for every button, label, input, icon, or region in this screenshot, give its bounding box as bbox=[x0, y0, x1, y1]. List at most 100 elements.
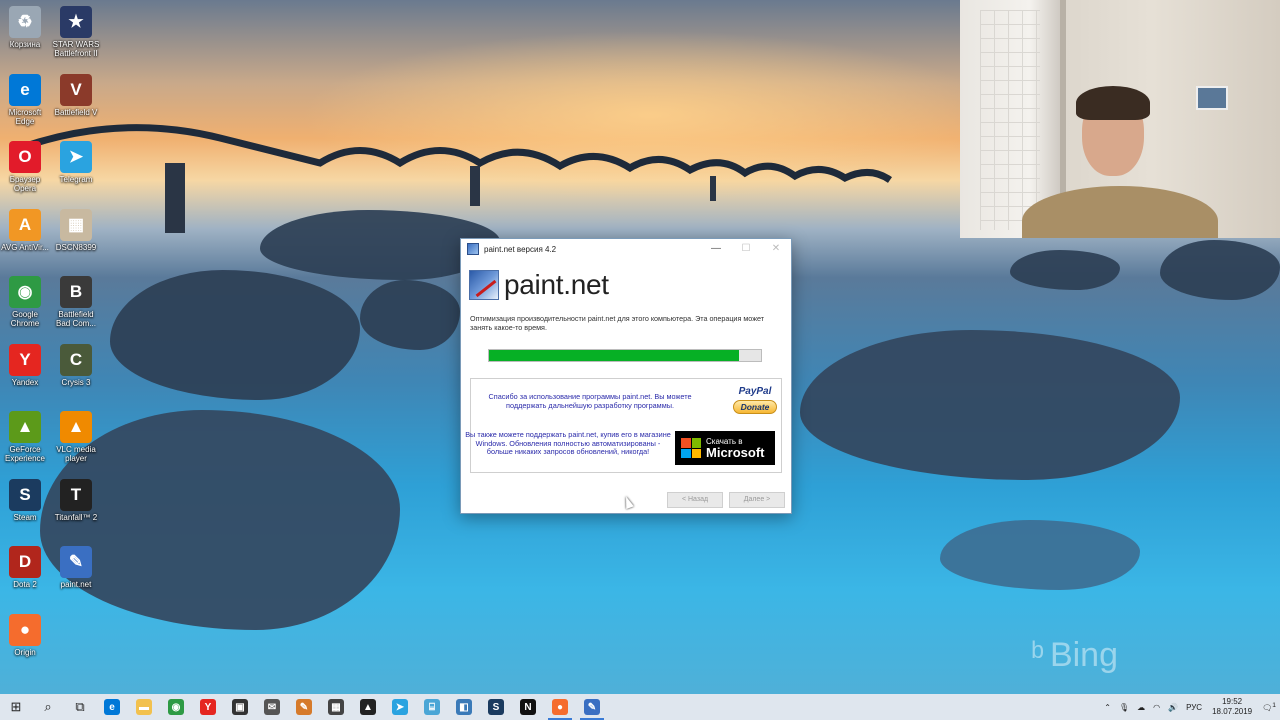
origin-glyph-icon: ● bbox=[552, 699, 568, 715]
store-taskbar-icon[interactable]: ▣ bbox=[224, 694, 256, 720]
mail-glyph-icon: ✉ bbox=[264, 699, 280, 715]
paintnet-brand: paint.net bbox=[469, 269, 609, 301]
wifi-icon[interactable]: ◠ bbox=[1153, 703, 1160, 712]
bing-text: Bing bbox=[1049, 636, 1118, 674]
desktop-shortcut[interactable]: ▲ VLC media player bbox=[51, 407, 101, 471]
microsoft-store-button[interactable]: Скачать в Microsoft bbox=[675, 431, 775, 465]
rock bbox=[360, 280, 460, 350]
edge-taskbar-icon[interactable]: e bbox=[96, 694, 128, 720]
desktop-shortcut[interactable]: D Dota 2 bbox=[0, 542, 50, 606]
rock bbox=[800, 330, 1180, 480]
clock[interactable]: 19:52 18.07.2019 bbox=[1212, 697, 1252, 717]
photos-glyph-icon: ▲ bbox=[360, 699, 376, 715]
desktop-shortcut[interactable]: A AVG AntiVir... bbox=[0, 205, 50, 269]
calculator-taskbar-icon[interactable]: ▦ bbox=[320, 694, 352, 720]
paypal-donate-button[interactable]: PayPal Donate bbox=[723, 386, 787, 416]
desktop-shortcut[interactable]: ✎ paint.net bbox=[51, 542, 101, 606]
desktop-shortcut[interactable]: ▦ DSCN8399 bbox=[51, 205, 101, 269]
chrome-taskbar-icon[interactable]: ◉ bbox=[160, 694, 192, 720]
desktop-shortcut-label: Yandex bbox=[11, 377, 39, 387]
desktop-shortcut[interactable]: ➤ Telegram bbox=[51, 137, 101, 201]
volume-icon[interactable]: 🔊 bbox=[1168, 703, 1178, 712]
support-panel: Спасибо за использование программы paint… bbox=[465, 378, 782, 473]
optimization-message: Оптимизация производительности paint.net… bbox=[470, 314, 765, 332]
explorer-glyph-icon: ▬ bbox=[136, 699, 152, 715]
microphone-icon[interactable]: 🎙 bbox=[1119, 703, 1129, 712]
photos-taskbar-icon[interactable]: ▲ bbox=[352, 694, 384, 720]
desktop-shortcut-label: AVG AntiVir... bbox=[1, 242, 49, 252]
desktop-shortcut-label: Корзина bbox=[9, 40, 41, 49]
webcam-person-hair bbox=[1076, 86, 1150, 120]
dialog-title: paint.net версия 4.2 bbox=[484, 244, 557, 254]
desktop-shortcut-label: VLC media player bbox=[56, 445, 96, 463]
paintnet-icon: ✎ bbox=[60, 546, 92, 578]
paintnet-taskbar-icon[interactable]: ✎ bbox=[576, 694, 608, 720]
desktop-shortcut[interactable]: S Steam bbox=[0, 475, 50, 539]
paintnet-installer-dialog: paint.net версия 4.2 — ☐ ✕ paint.net Опт… bbox=[460, 238, 792, 514]
netflix-taskbar-icon[interactable]: N bbox=[512, 694, 544, 720]
dialog-titlebar[interactable]: paint.net версия 4.2 — ☐ ✕ bbox=[461, 239, 791, 259]
bing-watermark: ᵇ Bing bbox=[1031, 636, 1118, 675]
paintnet-glyph-icon: ✎ bbox=[584, 699, 600, 715]
titanfall-icon: T bbox=[60, 478, 92, 511]
language-indicator[interactable]: РУС bbox=[1186, 703, 1202, 712]
chrome-glyph-icon: ◉ bbox=[168, 699, 184, 715]
desktop-shortcut[interactable]: ● Origin bbox=[0, 610, 50, 674]
origin-taskbar-icon[interactable]: ● bbox=[544, 694, 576, 720]
desktop-shortcut[interactable]: T Titanfall™ 2 bbox=[51, 475, 101, 539]
search-icon[interactable]: ⌕ bbox=[32, 694, 64, 720]
desktop-shortcut-label: STAR WARS Battlefront II bbox=[52, 40, 100, 58]
paypal-logo: PayPal bbox=[738, 386, 772, 397]
donate-text: Спасибо за использование программы paint… bbox=[488, 392, 692, 410]
onedrive-icon[interactable]: ☁ bbox=[1137, 703, 1145, 712]
next-button[interactable]: Далее > bbox=[729, 492, 785, 508]
desktop-shortcut[interactable]: ▲ GeForce Experience bbox=[0, 407, 50, 471]
store-glyph-icon: ▣ bbox=[232, 699, 248, 715]
progress-bar bbox=[488, 349, 762, 362]
desktop-shortcut-label: Microsoft Edge bbox=[8, 107, 42, 126]
files-glyph-icon: ◧ bbox=[456, 699, 472, 715]
paint-taskbar-icon[interactable]: ✎ bbox=[288, 694, 320, 720]
avg-icon: A bbox=[9, 208, 41, 241]
network-taskbar-icon[interactable]: ⌸ bbox=[416, 694, 448, 720]
mail-taskbar-icon[interactable]: ✉ bbox=[256, 694, 288, 720]
photo-file-icon: ▦ bbox=[60, 208, 92, 241]
minimize-button[interactable]: — bbox=[701, 239, 731, 259]
close-button[interactable]: ✕ bbox=[761, 239, 791, 259]
rock bbox=[110, 270, 360, 400]
desktop-shortcut[interactable]: e Microsoft Edge bbox=[0, 70, 50, 134]
store-button-line2: Microsoft bbox=[706, 445, 765, 460]
desktop-shortcut-label: GeForce Experience bbox=[4, 445, 46, 463]
rock bbox=[1010, 250, 1120, 290]
taskbar: ⊞ ⌕ ⧉ e ▬ ◉ Y ▣ ✉ ✎ ▦ ▲ ➤ ⌸ ◧ S N ● ✎ ⌃ 🎙 ☁ ◠ 🔊 РУС 19:52 … bbox=[0, 694, 1280, 720]
desktop-shortcut[interactable]: C Crysis 3 bbox=[51, 340, 101, 404]
battlefield-v-icon: V bbox=[60, 73, 92, 106]
explorer-taskbar-icon[interactable]: ▬ bbox=[128, 694, 160, 720]
desktop-shortcut-label: Google Chrome bbox=[10, 310, 40, 328]
desktop-shortcut[interactable]: ♻ Корзина bbox=[0, 2, 50, 66]
steam-glyph-icon: S bbox=[488, 699, 504, 715]
desktop-shortcut[interactable]: O Браузер Opera bbox=[0, 137, 50, 201]
desktop-shortcut[interactable]: B Battlefield Bad Com... bbox=[51, 272, 101, 336]
desktop-shortcut[interactable]: ◉ Google Chrome bbox=[0, 272, 50, 336]
desktop-shortcut[interactable]: Y Yandex bbox=[0, 340, 50, 404]
task-view-icon[interactable]: ⧉ bbox=[64, 694, 96, 720]
desktop-shortcut[interactable]: ★ STAR WARS Battlefront II bbox=[51, 2, 101, 66]
files-taskbar-icon[interactable]: ◧ bbox=[448, 694, 480, 720]
yandex-taskbar-icon[interactable]: Y bbox=[192, 694, 224, 720]
notification-center-icon[interactable]: 🗨1 bbox=[1262, 702, 1276, 713]
notification-count: 1 bbox=[1272, 701, 1276, 709]
desktop-shortcut-label: Steam bbox=[13, 512, 37, 522]
brand-name: paint.net bbox=[504, 269, 609, 300]
back-button[interactable]: < Назад bbox=[667, 492, 723, 508]
bing-logo-icon: ᵇ bbox=[1031, 636, 1044, 674]
chrome-icon: ◉ bbox=[9, 276, 41, 308]
vlc-icon: ▲ bbox=[60, 411, 92, 443]
telegram-taskbar-icon[interactable]: ➤ bbox=[384, 694, 416, 720]
webcam-wall-picture bbox=[1196, 86, 1228, 110]
steam-icon: S bbox=[9, 478, 41, 511]
show-hidden-icons-icon[interactable]: ⌃ bbox=[1104, 703, 1111, 712]
start-button[interactable]: ⊞ bbox=[0, 694, 32, 720]
desktop-shortcut[interactable]: V Battlefield V bbox=[51, 70, 101, 134]
steam-taskbar-icon[interactable]: S bbox=[480, 694, 512, 720]
